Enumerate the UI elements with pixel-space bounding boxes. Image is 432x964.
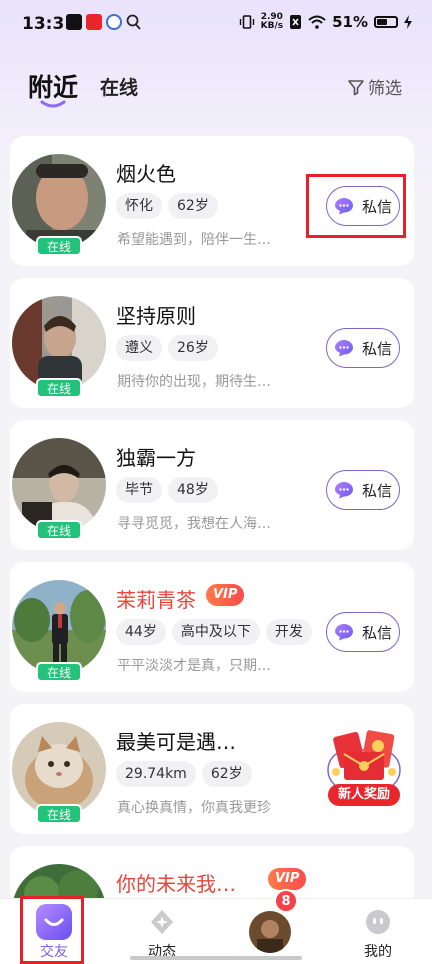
vibrate-icon — [239, 15, 254, 29]
tag-job: 开发 — [265, 619, 312, 645]
avatar[interactable] — [12, 154, 106, 248]
notification-badge: 8 — [274, 889, 298, 913]
status-right: 2.90 KB/s 51% — [239, 13, 412, 31]
vip-badge: VIP — [206, 584, 245, 606]
search-icon — [126, 14, 141, 30]
online-badge: 在线 — [36, 662, 82, 682]
top-tabs: 附近 在线 筛选 — [0, 60, 432, 110]
highlight-message-button — [306, 174, 406, 238]
tab-online[interactable]: 在线 — [100, 73, 138, 100]
user-name: 你的未来我… — [116, 872, 236, 896]
chat-bubble-icon — [334, 340, 353, 357]
online-badge: 在线 — [36, 804, 82, 824]
nav-item-profile-avatar[interactable]: 8 — [230, 889, 310, 964]
online-badge: 在线 — [36, 378, 82, 398]
message-button[interactable]: 私信 — [326, 328, 400, 368]
avatar-wrap: 在线 — [12, 722, 106, 824]
nav-item-moments[interactable]: 动态 — [122, 899, 202, 964]
avatar[interactable] — [12, 580, 106, 674]
avatar[interactable] — [12, 722, 106, 816]
tab-nearby[interactable]: 附近 — [28, 68, 78, 104]
vip-badge: VIP — [268, 868, 307, 890]
user-tags: 怀化 62岁 — [116, 193, 218, 219]
home-indicator — [130, 956, 302, 960]
battery-percent: 51% — [332, 13, 368, 31]
news-app-icon — [86, 14, 102, 30]
user-card[interactable]: 在线 坚持原则 遵义 26岁 期待你的出现，期待生… 私信 — [10, 278, 414, 408]
online-badge: 在线 — [36, 236, 82, 256]
message-label: 私信 — [361, 623, 392, 642]
nav-label: 我的 — [364, 944, 392, 960]
avatar-wrap: 在线 — [12, 154, 106, 256]
message-button[interactable]: 私信 — [326, 612, 400, 652]
battery-icon — [374, 16, 398, 28]
avatar-wrap: 在线 — [12, 580, 106, 682]
online-badge: 在线 — [36, 520, 82, 540]
no-sim-icon — [290, 15, 302, 29]
newbie-reward-button[interactable]: 新人奖励 — [326, 726, 402, 812]
tag-age: 62岁 — [168, 193, 218, 219]
user-intro: 平平淡淡才是真，只期… — [117, 658, 271, 674]
status-bar: 13:31 2.90 KB/s 51% — [0, 0, 432, 48]
face-icon — [366, 910, 390, 934]
user-card[interactable]: 在线 最美可是遇… 29.74km 62岁 真心换真情，你真我更珍 新人奖励 — [10, 704, 414, 834]
charging-icon — [404, 15, 412, 29]
notification-icons — [66, 14, 141, 30]
user-intro: 寻寻觅觅，我想在人海… — [117, 516, 271, 532]
highlight-nav-friends — [20, 896, 84, 964]
tag-age: 62岁 — [201, 761, 252, 787]
user-tags: 遵义 26岁 — [116, 335, 218, 361]
user-name: 茉莉青茶 — [116, 588, 196, 612]
tab-active-indicator — [40, 100, 66, 108]
user-intro: 真心换真情，你真我更珍 — [117, 800, 271, 816]
user-tags: 29.74km 62岁 — [116, 761, 252, 787]
user-name: 独霸一方 — [116, 446, 196, 470]
user-card[interactable]: 在线 独霸一方 毕节 48岁 寻寻觅觅，我想在人海… 私信 — [10, 420, 414, 550]
message-label: 私信 — [361, 481, 392, 500]
tag-age: 44岁 — [116, 619, 166, 645]
avatar-wrap: 在线 — [12, 296, 106, 398]
tag-age: 48岁 — [168, 477, 218, 503]
message-label: 私信 — [361, 339, 392, 358]
user-intro: 期待你的出现，期待生… — [117, 374, 271, 390]
sparkle-icon — [151, 910, 173, 934]
filter-button[interactable]: 筛选 — [347, 74, 402, 99]
tag-distance: 29.74km — [116, 761, 196, 787]
avatar[interactable] — [12, 438, 106, 532]
tag-city: 遵义 — [116, 335, 162, 361]
filter-label: 筛选 — [368, 79, 402, 99]
user-tags: 毕节 48岁 — [116, 477, 218, 503]
filter-icon — [348, 79, 364, 95]
user-name: 坚持原则 — [116, 304, 196, 328]
net-speed: 2.90 KB/s — [260, 12, 284, 31]
wifi-icon — [308, 15, 326, 29]
avatar-wrap: 在线 — [12, 438, 106, 540]
message-button[interactable]: 私信 — [326, 470, 400, 510]
chat-bubble-icon — [334, 624, 353, 641]
nav-item-mine[interactable]: 我的 — [338, 899, 418, 964]
tag-education: 高中及以下 — [171, 619, 260, 645]
user-name: 最美可是遇… — [116, 730, 236, 754]
map-app-icon — [106, 14, 122, 30]
tag-city: 怀化 — [116, 193, 162, 219]
user-name: 烟火色 — [116, 162, 176, 186]
user-tags: 44岁 高中及以下 开发 — [116, 619, 312, 645]
tag-city: 毕节 — [116, 477, 162, 503]
chat-bubble-icon — [334, 482, 353, 499]
user-intro: 希望能遇到，陪伴一生… — [117, 232, 271, 248]
avatar[interactable] — [12, 296, 106, 390]
avatar-icon — [249, 911, 291, 953]
tag-age: 26岁 — [168, 335, 218, 361]
tiktok-icon — [66, 14, 82, 30]
reward-label: 新人奖励 — [328, 784, 400, 806]
user-card[interactable]: 在线 茉莉青茶 VIP 44岁 高中及以下 开发 平平淡淡才是真，只期… 私信 — [10, 562, 414, 692]
